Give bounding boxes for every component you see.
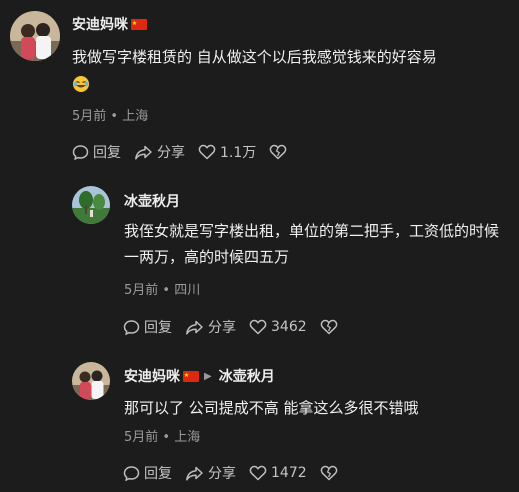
reply-label[interactable]: 回复 xyxy=(144,317,172,337)
dislike-button[interactable] xyxy=(320,319,338,335)
heart-icon xyxy=(249,319,267,335)
username-text[interactable]: 安迪妈咪 xyxy=(124,366,180,386)
dislike-button[interactable] xyxy=(320,465,338,481)
comment-actions: 回复 分享 3462 xyxy=(123,317,338,337)
comment-text: 那可以了 公司提成不高 能拿这么多很不错哦 xyxy=(124,395,509,421)
reply-icon xyxy=(72,144,89,160)
share-label[interactable]: 分享 xyxy=(208,463,236,483)
like-count: 1.1万 xyxy=(220,145,257,161)
comment-actions: 回复 分享 1472 xyxy=(123,463,338,483)
reply-button[interactable]: 回复 xyxy=(72,142,121,162)
share-label[interactable]: 分享 xyxy=(157,142,185,162)
share-label[interactable]: 分享 xyxy=(208,317,236,337)
like-button[interactable]: 1.1万 xyxy=(198,142,256,162)
username[interactable]: 安迪妈咪 xyxy=(72,14,147,34)
meta-separator: • xyxy=(162,430,171,445)
username[interactable]: 安迪妈咪 ▶ 冰壶秋月 xyxy=(124,366,275,386)
comment-date: 5月前 xyxy=(124,283,159,298)
heart-icon xyxy=(198,144,216,160)
username-text[interactable]: 冰壶秋月 xyxy=(124,191,180,211)
share-button[interactable]: 分享 xyxy=(185,317,236,337)
comment-date: 5月前 xyxy=(124,430,159,445)
heart-icon xyxy=(249,465,267,481)
like-button[interactable]: 1472 xyxy=(249,465,307,481)
broken-heart-icon xyxy=(320,465,338,481)
avatar-photo-icon xyxy=(10,11,60,61)
rofl-emoji-icon xyxy=(73,75,89,92)
comment-location: 四川 xyxy=(174,283,201,298)
comment-meta: 5月前 • 四川 xyxy=(124,279,200,298)
reply-button[interactable]: 回复 xyxy=(123,463,172,483)
share-icon xyxy=(186,320,203,335)
comment-actions: 回复 分享 1.1万 xyxy=(72,142,287,162)
china-flag-icon xyxy=(183,370,199,382)
username-text[interactable]: 安迪妈咪 xyxy=(72,14,128,34)
comment-body: 我做写字楼租赁的 自从做这个以后我感觉钱来的好容易 xyxy=(72,48,437,66)
avatar-photo-icon xyxy=(72,186,110,224)
comment-meta: 5月前 • 上海 xyxy=(72,105,148,124)
avatar[interactable] xyxy=(72,186,110,224)
reply-to-arrow-icon: ▶ xyxy=(204,370,212,382)
broken-heart-icon xyxy=(269,144,287,160)
like-count: 1472 xyxy=(271,465,307,481)
avatar[interactable] xyxy=(72,362,110,400)
share-button[interactable]: 分享 xyxy=(185,463,236,483)
reply-icon xyxy=(123,465,140,481)
dislike-button[interactable] xyxy=(269,144,287,160)
comment-meta: 5月前 • 上海 xyxy=(124,426,200,445)
share-button[interactable]: 分享 xyxy=(134,142,185,162)
like-count: 3462 xyxy=(271,319,307,335)
meta-separator: • xyxy=(110,109,119,124)
share-icon xyxy=(186,466,203,481)
username[interactable]: 冰壶秋月 xyxy=(124,191,180,211)
reply-label[interactable]: 回复 xyxy=(144,463,172,483)
comment-date: 5月前 xyxy=(72,109,107,124)
comment-text: 我侄女就是写字楼出租，单位的第二把手，工资低的时候一两万，高的时候四五万 xyxy=(124,218,509,270)
broken-heart-icon xyxy=(320,319,338,335)
avatar[interactable] xyxy=(10,11,60,61)
comment-location: 上海 xyxy=(174,430,201,445)
share-icon xyxy=(135,145,152,160)
reply-to-username[interactable]: 冰壶秋月 xyxy=(219,366,275,386)
reply-button[interactable]: 回复 xyxy=(123,317,172,337)
meta-separator: • xyxy=(162,283,171,298)
avatar-photo-icon xyxy=(72,362,110,400)
reply-icon xyxy=(123,319,140,335)
comment-location: 上海 xyxy=(122,109,149,124)
like-button[interactable]: 3462 xyxy=(249,319,307,335)
comment-body: 我侄女就是写字楼出租，单位的第二把手，工资低的时候一两万，高的时候四五万 xyxy=(124,222,500,266)
comment-text: 我做写字楼租赁的 自从做这个以后我感觉钱来的好容易 xyxy=(72,44,512,96)
china-flag-icon xyxy=(131,18,147,30)
comment-body: 那可以了 公司提成不高 能拿这么多很不错哦 xyxy=(124,399,419,417)
reply-label[interactable]: 回复 xyxy=(93,142,121,162)
